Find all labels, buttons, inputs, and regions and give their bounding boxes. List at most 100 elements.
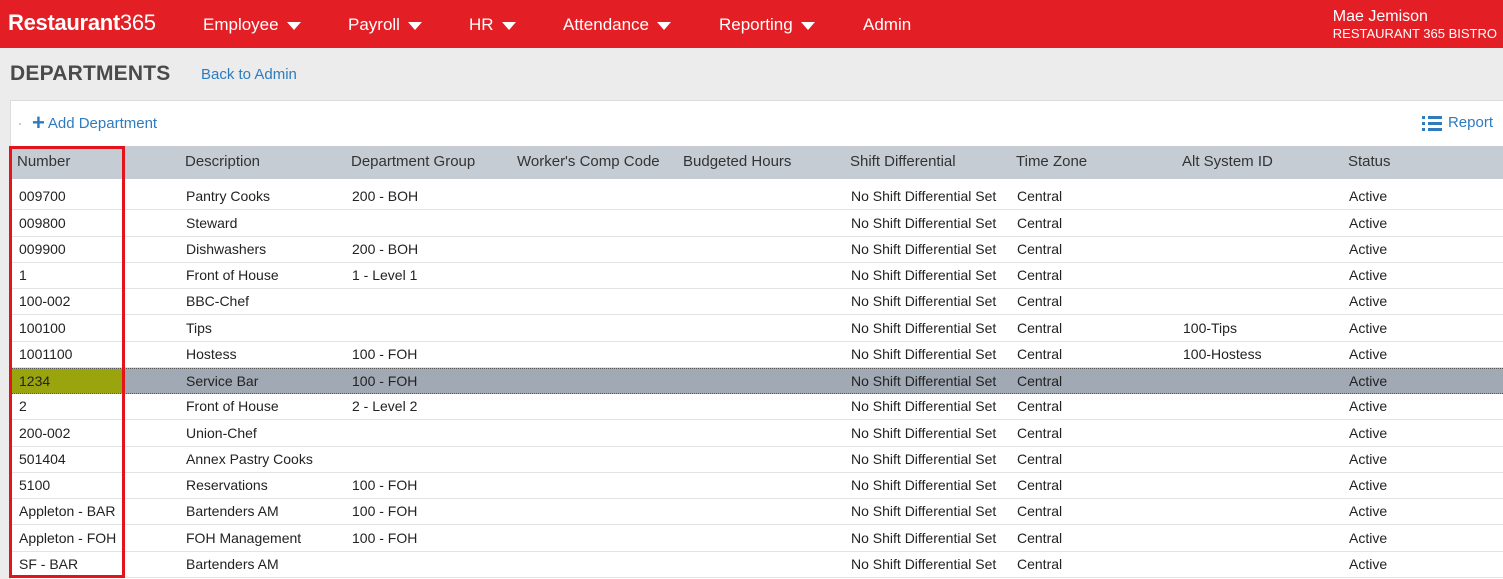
user-name: Mae Jemison xyxy=(1332,8,1428,25)
nav-attendance[interactable]: Attendance xyxy=(563,15,672,35)
add-department-button[interactable]: + Add Department xyxy=(32,110,157,135)
cell-department-group: 100 - FOH xyxy=(352,530,418,546)
top-navigation-bar: Restaurant365 Employee Payroll HR Attendanc… xyxy=(0,0,1503,48)
cell-status: Active xyxy=(1349,320,1388,336)
nav-employee[interactable]: Employee xyxy=(203,15,301,35)
cell-number: 1234 xyxy=(19,373,51,389)
cell-department-group: 100 - FOH xyxy=(352,373,418,389)
table-row[interactable]: 501404 Annex Pastry Cooks No Shift Differe… xyxy=(10,447,1503,473)
user-menu[interactable]: Mae Jemison RESTAURANT 365 BISTRO xyxy=(1333,8,1497,42)
report-label: Report xyxy=(1447,114,1493,131)
page-title: DEPARTMENTS xyxy=(10,62,171,85)
cell-description: Tips xyxy=(186,320,212,336)
plus-icon: + xyxy=(32,110,45,135)
caret-down-icon xyxy=(286,21,301,30)
nav-label: Admin xyxy=(863,15,912,34)
cell-status: Active xyxy=(1349,530,1388,546)
table-row[interactable]: 009700 Pantry Cooks 200 - BOH No Shift Diff… xyxy=(10,184,1503,210)
nav-label: Employee xyxy=(203,15,279,34)
caret-down-icon xyxy=(407,21,422,30)
column-header-status[interactable]: Status xyxy=(1348,153,1391,170)
table-row[interactable]: 100100 Tips No Shift Differential Set Centr… xyxy=(10,316,1503,342)
cell-shift-differential: No Shift Differential Set xyxy=(851,215,997,231)
nav-admin[interactable]: Admin xyxy=(863,15,911,35)
table-row[interactable]: 100-002 BBC-Chef No Shift Differential Set… xyxy=(10,289,1503,315)
cell-number: 1001100 xyxy=(19,346,73,362)
app-logo[interactable]: Restaurant365 xyxy=(8,10,156,36)
cell-description: Front of House xyxy=(186,398,279,414)
cell-number: SF - BAR xyxy=(19,556,79,572)
column-header-time-zone[interactable]: Time Zone xyxy=(1016,153,1087,170)
cell-status: Active xyxy=(1349,241,1388,257)
cell-time-zone: Central xyxy=(1017,188,1063,204)
table-row[interactable]: 5100 Reservations 100 - FOH No Shift Differ… xyxy=(10,473,1503,499)
cell-description: Steward xyxy=(186,215,238,231)
cell-time-zone: Central xyxy=(1017,477,1063,493)
cell-description: Pantry Cooks xyxy=(186,188,271,204)
cell-shift-differential: No Shift Differential Set xyxy=(851,373,997,389)
cell-status: Active xyxy=(1349,477,1388,493)
cell-time-zone: Central xyxy=(1017,451,1063,467)
cell-description: Dishwashers xyxy=(186,241,267,257)
table-row[interactable]: 009900 Dishwashers 200 - BOH No Shift Diffe… xyxy=(10,237,1503,263)
table-row[interactable]: 009800 Steward No Shift Differential Set Ce… xyxy=(10,211,1503,237)
report-button[interactable]: Report xyxy=(1421,114,1493,131)
cell-number: 009700 xyxy=(19,188,66,204)
cell-number: 5100 xyxy=(19,477,51,493)
table-row[interactable]: Appleton - FOH FOH Management 100 - FOH No … xyxy=(10,526,1503,552)
table-row[interactable]: 200-002 Union-Chef No Shift Differential S… xyxy=(10,421,1503,447)
nav-label: Reporting xyxy=(719,15,793,34)
cell-status: Active xyxy=(1349,346,1388,362)
cell-time-zone: Central xyxy=(1017,373,1063,389)
cell-shift-differential: No Shift Differential Set xyxy=(851,346,997,362)
cell-alt-system-id: 100-Tips xyxy=(1183,320,1237,336)
cell-time-zone: Central xyxy=(1017,267,1063,283)
cell-shift-differential: No Shift Differential Set xyxy=(851,320,997,336)
nav-payroll[interactable]: Payroll xyxy=(348,15,422,35)
table-row[interactable]: 1 Front of House 1 - Level 1 No Shift Diffe… xyxy=(10,263,1503,289)
column-header-description[interactable]: Description xyxy=(185,153,260,170)
cell-number: 2 xyxy=(19,398,27,414)
cell-status: Active xyxy=(1349,451,1388,467)
cell-description: FOH Management xyxy=(186,530,302,546)
cell-status: Active xyxy=(1349,373,1388,389)
cell-status: Active xyxy=(1349,425,1388,441)
table-row[interactable]: 1234 Service Bar 100 - FOH No Shift Differe… xyxy=(10,368,1503,394)
cell-shift-differential: No Shift Differential Set xyxy=(851,503,997,519)
cell-description: Service Bar xyxy=(186,373,259,389)
nav-label: HR xyxy=(469,15,494,34)
user-company: RESTAURANT 365 BISTRO xyxy=(1332,26,1497,41)
table-row[interactable]: 1001100 Hostess 100 - FOH No Shift Differen… xyxy=(10,342,1503,368)
cell-time-zone: Central xyxy=(1017,398,1063,414)
column-header-budgeted-hours[interactable]: Budgeted Hours xyxy=(683,153,791,170)
column-header-number[interactable]: Number xyxy=(17,153,70,170)
cell-shift-differential: No Shift Differential Set xyxy=(851,293,997,309)
table-row[interactable]: Appleton - BAR Bartenders AM 100 - FOH No S… xyxy=(10,499,1503,525)
cell-department-group: 100 - FOH xyxy=(352,503,418,519)
cell-shift-differential: No Shift Differential Set xyxy=(851,241,997,257)
cell-description: Annex Pastry Cooks xyxy=(186,451,313,467)
cell-status: Active xyxy=(1349,188,1388,204)
cell-number: Appleton - FOH xyxy=(19,530,117,546)
column-header-alt-system-id[interactable]: Alt System ID xyxy=(1182,153,1273,170)
nav-hr[interactable]: HR xyxy=(469,15,516,35)
back-to-admin-link[interactable]: Back to Admin xyxy=(201,66,297,83)
cell-shift-differential: No Shift Differential Set xyxy=(851,530,997,546)
cell-time-zone: Central xyxy=(1017,425,1063,441)
logo-number: 365 xyxy=(119,10,156,35)
table-row[interactable]: 2 Front of House 2 - Level 2 No Shift Diffe… xyxy=(10,394,1503,420)
nav-reporting[interactable]: Reporting xyxy=(719,15,815,35)
cell-number: 009800 xyxy=(19,215,66,231)
column-header-workers-comp-code[interactable]: Worker's Comp Code xyxy=(517,153,660,170)
cell-time-zone: Central xyxy=(1017,503,1063,519)
table-row[interactable]: SF - BAR Bartenders AM No Shift Differenti… xyxy=(10,552,1503,578)
cell-description: Hostess xyxy=(186,346,237,362)
cell-shift-differential: No Shift Differential Set xyxy=(851,425,997,441)
cell-number: 1 xyxy=(19,267,27,283)
cell-description: BBC-Chef xyxy=(186,293,250,309)
column-header-shift-differential[interactable]: Shift Differential xyxy=(850,153,956,170)
cell-status: Active xyxy=(1349,267,1388,283)
cell-shift-differential: No Shift Differential Set xyxy=(851,398,997,414)
cell-status: Active xyxy=(1349,215,1388,231)
column-header-department-group[interactable]: Department Group xyxy=(351,153,475,170)
